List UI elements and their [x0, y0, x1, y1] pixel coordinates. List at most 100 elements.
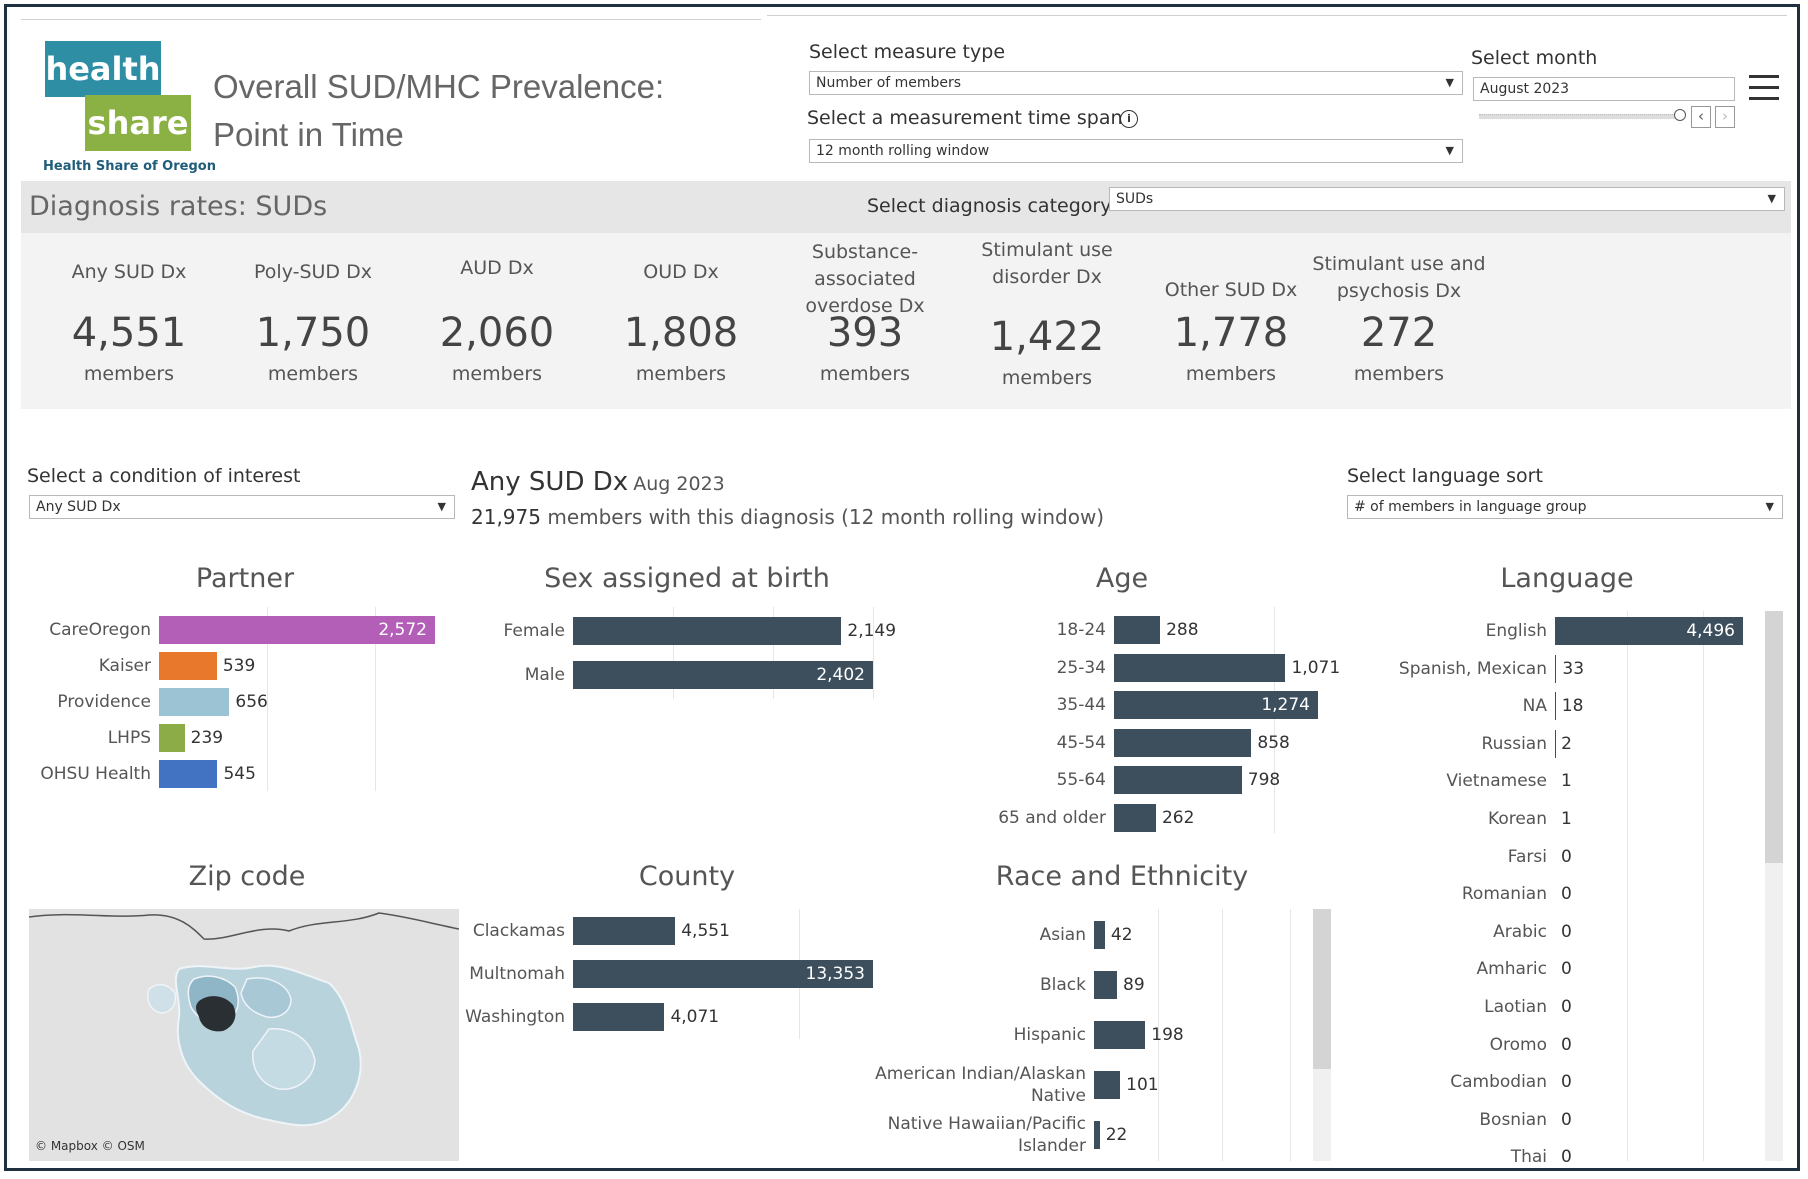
kpi-name: AUD Dx [460, 257, 534, 279]
grid-line [1627, 611, 1628, 1161]
bar[interactable] [1555, 692, 1556, 721]
zip-map-title: Zip code [188, 861, 306, 892]
bar[interactable] [1114, 653, 1286, 682]
bar-category-label: OHSU Health [40, 764, 151, 784]
logo-share-text: share [85, 95, 191, 151]
chevron-left-icon[interactable]: ‹ [1691, 106, 1711, 128]
kpi-unit: members [267, 363, 359, 385]
time-span-dropdown[interactable]: 12 month rolling window ▼ [809, 139, 1463, 163]
bar[interactable] [1094, 971, 1118, 999]
bar-category-label: Farsi [1507, 846, 1547, 867]
bar-category-label: Black [1040, 975, 1086, 995]
bar-value-label: 42 [1110, 925, 1133, 945]
county-chart-title: County [638, 861, 736, 892]
diagnosis-category-dropdown[interactable]: SUDs ▼ [1109, 187, 1785, 211]
bar[interactable] [573, 917, 676, 945]
bar[interactable] [1094, 1121, 1100, 1149]
bar-category-label: Kaiser [98, 656, 151, 676]
bar-value-label: 4,551 [681, 921, 730, 941]
bar[interactable] [1094, 921, 1105, 949]
bar-value-label: 262 [1161, 808, 1195, 828]
kpi-name: Stimulant use disorder Dx [981, 239, 1113, 288]
chevron-down-icon: ▼ [437, 500, 446, 513]
bar[interactable] [1114, 766, 1242, 795]
bar[interactable] [1114, 728, 1252, 757]
language-scrollbar-thumb[interactable] [1765, 611, 1783, 863]
bar-category-label: English [1485, 621, 1547, 641]
language-scrollbar[interactable] [1765, 611, 1783, 1161]
info-icon[interactable]: i [1120, 110, 1138, 128]
bar-category-label: Russian [1481, 733, 1547, 754]
bar-category-label: Native Hawaiian/Pacific Islander [887, 1114, 1086, 1156]
bar[interactable] [1094, 1021, 1146, 1049]
language-chart-title: Language [1500, 563, 1634, 594]
bar-category-label: LHPS [107, 728, 151, 748]
summary-condition: Any SUD Dx [471, 467, 629, 497]
race-scrollbar-thumb[interactable] [1313, 909, 1331, 1069]
measure-type-label: Select measure type [809, 41, 1006, 63]
bar[interactable] [159, 760, 218, 788]
summary-count: 21,975 [471, 505, 541, 529]
bar[interactable] [159, 724, 185, 752]
kpi-tile: Stimulant use and psychosis Dx 272 members [1304, 233, 1494, 409]
dashboard-frame: health share Health Share of Oregon Over… [4, 4, 1800, 1171]
measure-type-dropdown[interactable]: Number of members ▼ [809, 71, 1463, 95]
chevron-down-icon: ▼ [1767, 192, 1776, 205]
bar-value-label: 0 [1561, 1034, 1572, 1055]
bar-category-label: NA [1522, 696, 1547, 717]
kpi-unit: members [1185, 363, 1277, 385]
bar-value-label: 0 [1561, 1072, 1572, 1093]
language-sort-dropdown[interactable]: # of members in language group ▼ [1347, 495, 1783, 519]
zip-code-map-svg[interactable] [29, 909, 459, 1161]
chevron-right-icon[interactable]: › [1715, 106, 1735, 128]
bar-category-label: Korean [1488, 809, 1547, 829]
bar-value-label: 33 [1562, 658, 1585, 679]
bar-value-label: 4,071 [670, 1007, 720, 1027]
zip-code-map[interactable]: © Mapbox © OSM [29, 909, 459, 1161]
month-slider-track[interactable] [1479, 114, 1683, 119]
zip-region[interactable] [147, 983, 177, 1014]
bar[interactable] [573, 617, 842, 645]
bar[interactable] [1114, 616, 1161, 644]
grid-line [1290, 909, 1291, 1161]
month-input[interactable]: August 2023 [1473, 77, 1735, 101]
kpi-name: Other SUD Dx [1164, 279, 1298, 301]
bar-category-label: Providence [57, 692, 151, 712]
race-scrollbar[interactable] [1313, 909, 1331, 1161]
bar[interactable] [159, 652, 217, 680]
diagnosis-category-value: SUDs [1116, 191, 1154, 207]
partner-chart-title: Partner [195, 563, 295, 594]
top-divider [767, 15, 1787, 16]
kpi-value: 393 [826, 310, 904, 356]
kpi-unit: members [1353, 363, 1445, 385]
kpi-name: Stimulant use and psychosis Dx [1312, 253, 1486, 302]
bar-value-label: 18 [1561, 696, 1584, 717]
bar[interactable] [159, 688, 230, 716]
hamburger-menu-icon[interactable] [1749, 75, 1779, 101]
bar[interactable] [1555, 654, 1557, 683]
map-attribution: © Mapbox © OSM [35, 1139, 145, 1153]
condition-dropdown[interactable]: Any SUD Dx ▼ [29, 495, 455, 519]
chevron-down-icon: ▼ [1445, 76, 1454, 89]
age-chart-title: Age [1095, 563, 1149, 594]
summary-heading: Any SUD Dx Aug 2023 [471, 467, 725, 497]
bar-value-label: 0 [1561, 959, 1572, 980]
bar-category-label: American Indian/Alaskan Native [875, 1064, 1086, 1106]
kpi-unit: members [451, 363, 543, 385]
bar-value-label: 1 [1561, 809, 1572, 829]
bar[interactable] [1114, 804, 1156, 832]
month-slider-thumb[interactable] [1674, 109, 1686, 121]
summary-month: Aug 2023 [633, 473, 725, 495]
bar[interactable] [1094, 1071, 1121, 1099]
kpi-value: 272 [1360, 310, 1438, 356]
kpi-unit: members [1001, 367, 1093, 389]
kpi-tile: AUD Dx 2,060 members [402, 233, 592, 409]
sex-chart-title: Sex assigned at birth [544, 563, 830, 594]
bar-value-label: 1,274 [1261, 695, 1310, 716]
month-label: Select month [1471, 47, 1598, 69]
bar-category-label: 25-34 [1056, 657, 1106, 678]
banner-title: Diagnosis rates: SUDs [29, 191, 328, 222]
bar[interactable] [573, 1003, 665, 1031]
kpi-value: 1,778 [1173, 310, 1289, 356]
bar-value-label: 0 [1561, 884, 1572, 905]
